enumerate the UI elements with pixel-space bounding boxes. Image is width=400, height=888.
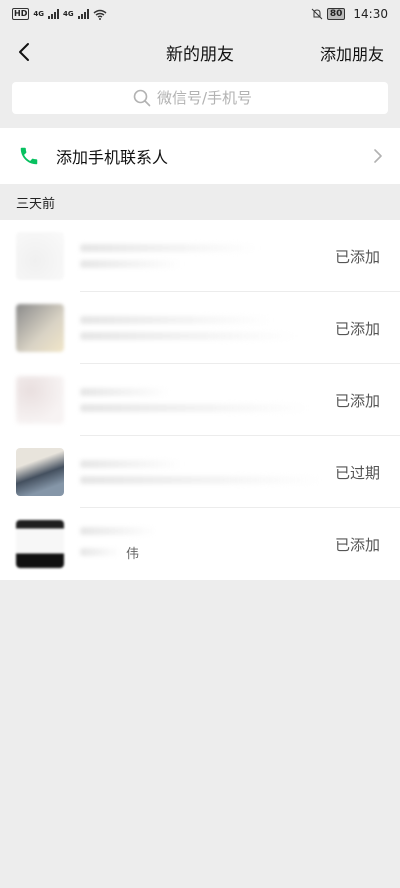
blurred-message [80, 404, 310, 412]
signal-icon [77, 9, 89, 19]
friend-request-item[interactable]: 已添加 [0, 364, 400, 436]
search-icon [133, 89, 151, 107]
avatar [16, 304, 64, 352]
chevron-right-icon [374, 149, 382, 163]
blurred-name [80, 460, 182, 468]
signal-label-1: 4G [33, 10, 44, 18]
status-bar: HD 4G 4G 80 14:30 [0, 0, 400, 28]
blurred-name [80, 244, 259, 252]
request-status: 已添加 [334, 319, 380, 338]
request-status: 已添加 [334, 391, 380, 410]
avatar [16, 448, 64, 496]
signal-icon [47, 9, 59, 19]
request-status: 已添加 [334, 535, 380, 554]
blurred-message [80, 476, 323, 484]
avatar [16, 376, 64, 424]
search-container [0, 76, 400, 126]
request-info: 伟 [80, 526, 335, 562]
request-status: 已添加 [334, 247, 380, 266]
avatar [16, 520, 64, 568]
search-box[interactable] [12, 82, 388, 114]
phone-icon [20, 147, 38, 165]
chevron-left-icon [19, 43, 29, 61]
back-button[interactable] [10, 38, 38, 66]
search-input[interactable] [157, 89, 267, 107]
wifi-icon [93, 9, 107, 20]
blurred-message [80, 332, 297, 340]
request-status: 已过期 [334, 463, 380, 482]
add-phone-contacts-row[interactable]: 添加手机联系人 [0, 128, 400, 184]
request-message: 伟 [126, 546, 140, 562]
battery-icon: 80 [326, 8, 346, 20]
blurred-message [80, 260, 182, 268]
navbar: 新的朋友 添加朋友 [0, 28, 400, 76]
blurred-message [80, 548, 120, 556]
blurred-name [80, 526, 157, 535]
friend-request-item[interactable]: 已添加 [0, 292, 400, 364]
status-left: HD 4G 4G [12, 8, 107, 20]
request-info [80, 244, 335, 268]
section-header: 三天前 [16, 196, 56, 212]
request-info [80, 460, 335, 484]
bell-mute-icon [311, 8, 323, 20]
hd-badge: HD [12, 8, 30, 20]
avatar [16, 232, 64, 280]
add-phone-contacts-label: 添加手机联系人 [56, 148, 169, 167]
signal-label-2: 4G [62, 10, 74, 18]
add-friend-button[interactable]: 添加朋友 [320, 41, 384, 65]
request-info [80, 388, 335, 412]
friend-request-item[interactable]: 已添加 [0, 220, 400, 292]
blurred-name [80, 388, 170, 396]
request-info [80, 316, 335, 340]
status-right: 80 14:30 [311, 7, 388, 21]
friend-request-item[interactable]: 已过期 [0, 436, 400, 508]
friend-request-item[interactable]: 伟 已添加 [0, 508, 400, 580]
page-title: 新的朋友 [166, 44, 234, 65]
blurred-name [80, 316, 272, 324]
status-time: 14:30 [353, 7, 388, 21]
friend-request-list: 已添加 已添加 已添加 已过期 伟 已添加 [0, 220, 400, 580]
